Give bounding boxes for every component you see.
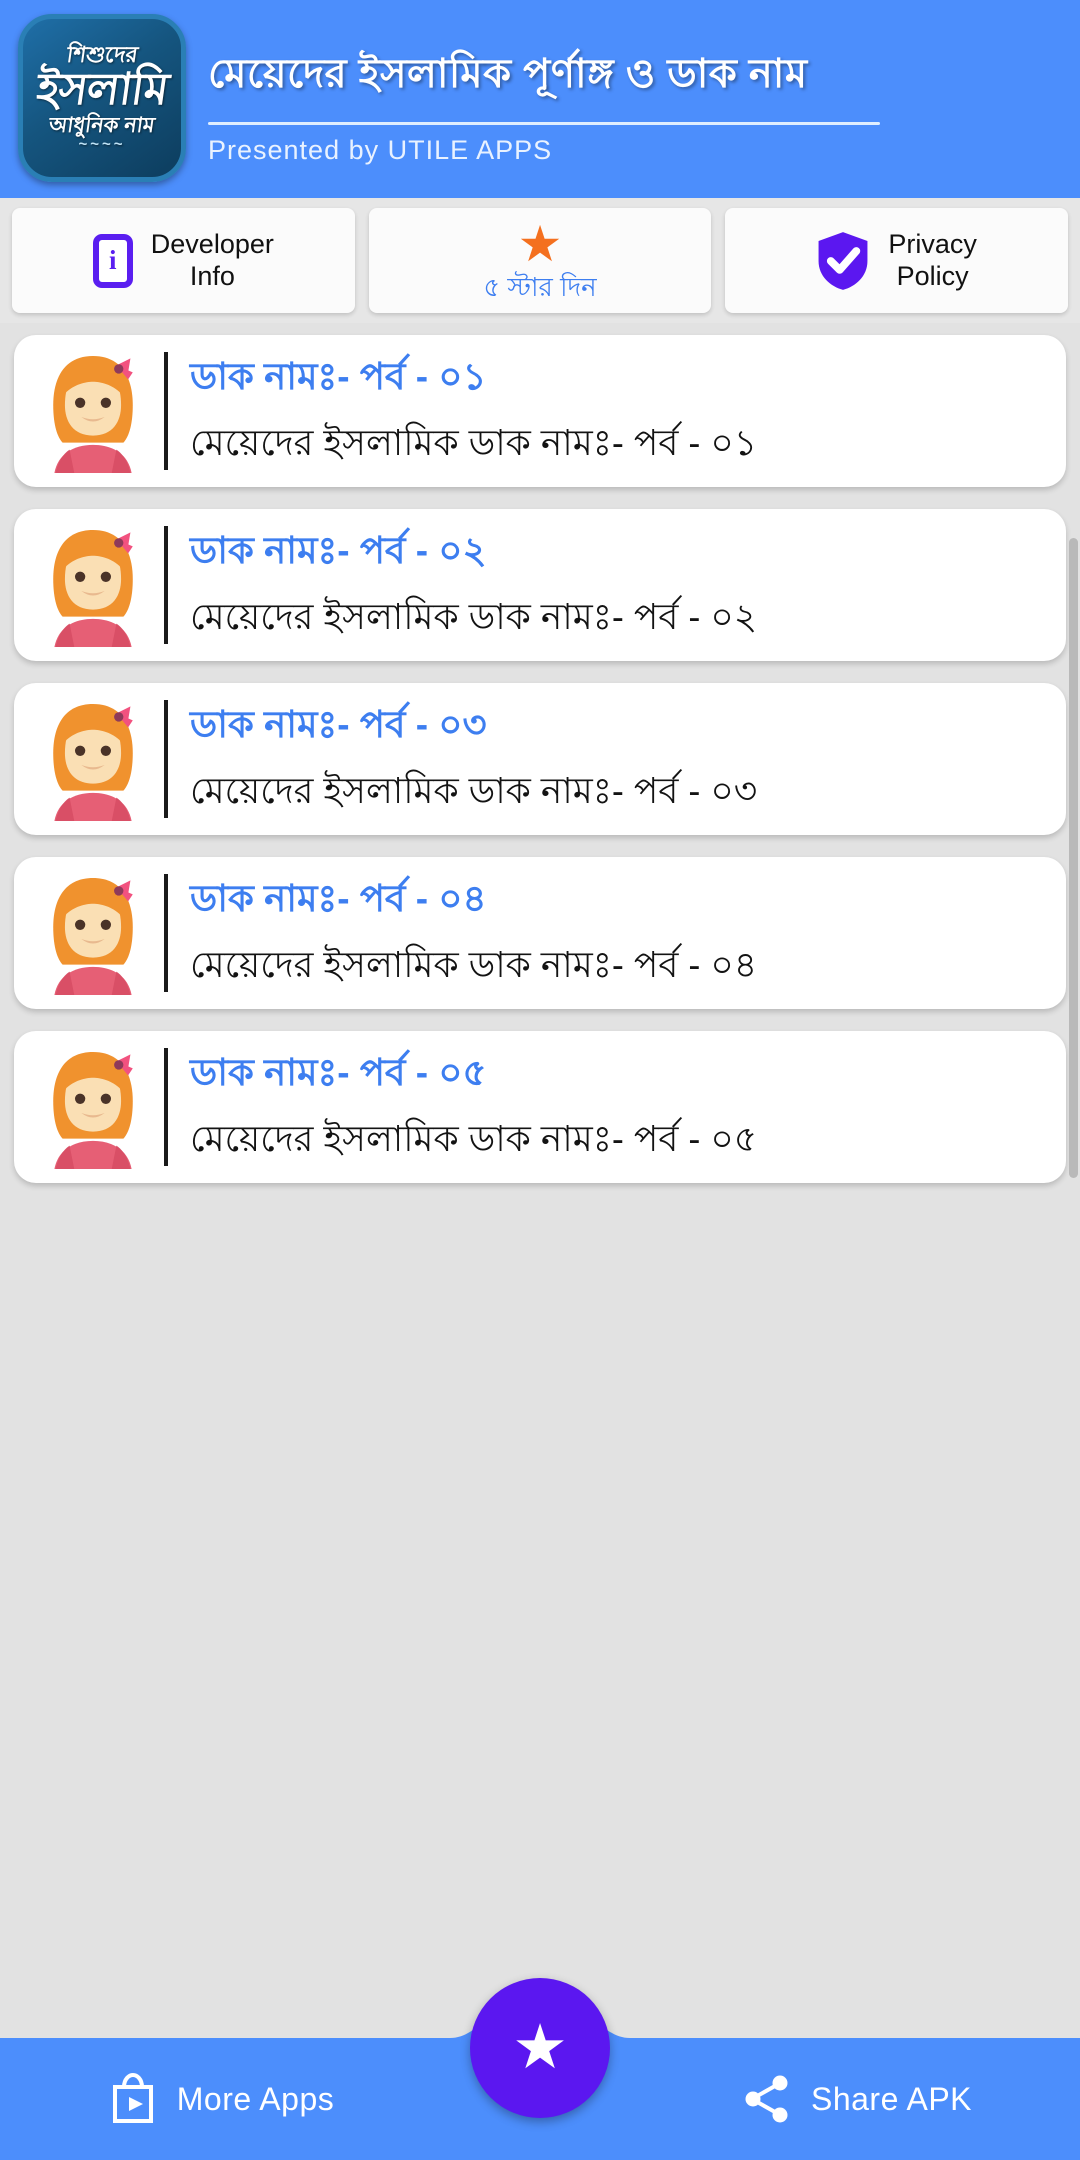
- girl-avatar-icon: [53, 878, 133, 995]
- list-item-title: ডাক নামঃ- পর্ব - ০৩: [190, 703, 487, 745]
- logo-line-1: শিশুদের: [64, 42, 140, 67]
- item-divider: [164, 526, 168, 644]
- logo-line-3: আধুনিক নাম: [47, 114, 157, 137]
- share-icon: [745, 2075, 788, 2123]
- list-item-texts: ডাক নামঃ- পর্ব - ০৫ মেয়েদের ইসলামিক ডাক…: [190, 1043, 757, 1172]
- privacy-policy-label-line2: Policy: [896, 260, 969, 291]
- list-item[interactable]: ডাক নামঃ- পর্ব - ০২ মেয়েদের ইসলামিক ডাক…: [14, 509, 1066, 661]
- episode-list: ডাক নামঃ- পর্ব - ০১ মেয়েদের ইসলামিক ডাক…: [0, 323, 1080, 2160]
- rate-five-star-label: ৫ স্টার দিন: [483, 271, 597, 302]
- header-text-block: মেয়েদের ইসলামিক পূর্ণাঙ্গ ও ডাক নাম Pre…: [208, 14, 880, 166]
- list-item-texts: ডাক নামঃ- পর্ব - ০১ মেয়েদের ইসলামিক ডাক…: [190, 347, 757, 476]
- rate-five-star-button[interactable]: ★ ৫ স্টার দিন: [368, 208, 712, 313]
- girl-avatar-icon: [53, 704, 133, 821]
- list-item-texts: ডাক নামঃ- পর্ব - ০৪ মেয়েদের ইসলামিক ডাক…: [190, 869, 757, 998]
- share-apk-label: Share APK: [810, 2080, 973, 2117]
- list-item[interactable]: ডাক নামঃ- পর্ব - ০৪ মেয়েদের ইসলামিক ডাক…: [14, 857, 1066, 1009]
- list-item-subtitle: মেয়েদের ইসলামিক ডাক নামঃ- পর্ব - ০২: [190, 595, 758, 637]
- list-item-title: ডাক নামঃ- পর্ব - ০৫: [190, 1051, 487, 1093]
- star-icon: ★: [517, 215, 563, 272]
- list-item[interactable]: ডাক নামঃ- পর্ব - ০৩ মেয়েদের ইসলামিক ডাক…: [14, 683, 1066, 835]
- list-item-title: ডাক নামঃ- পর্ব - ০২: [190, 529, 487, 571]
- privacy-policy-label: Privacy Policy: [888, 229, 977, 291]
- developer-info-button[interactable]: i Developer Info: [12, 208, 355, 313]
- developer-info-label-line2: Info: [189, 260, 235, 291]
- info-icon: i: [92, 233, 133, 288]
- girl-avatar-icon: [53, 356, 133, 473]
- header-divider: [208, 122, 880, 125]
- shield-check-icon: [818, 231, 868, 290]
- page-title: মেয়েদের ইসলামিক পূর্ণাঙ্গ ও ডাক নাম: [208, 52, 808, 96]
- list-item-title: ডাক নামঃ- পর্ব - ০১: [190, 355, 487, 397]
- developer-info-label: Developer Info: [151, 229, 274, 291]
- app-header: শিশুদের ইসলামি আধুনিক নাম ~~~~ মেয়েদের …: [0, 0, 1080, 198]
- star-icon: ★: [512, 2013, 568, 2082]
- logo-line-4: ~~~~: [78, 136, 126, 153]
- scrollbar-thumb[interactable]: [1069, 538, 1078, 1178]
- app-logo: শিশুদের ইসলামি আধুনিক নাম ~~~~: [18, 14, 186, 182]
- list-item-subtitle: মেয়েদের ইসলামিক ডাক নামঃ- পর্ব - ০৩: [190, 769, 758, 811]
- list-item-texts: ডাক নামঃ- পর্ব - ০৩ মেয়েদের ইসলামিক ডাক…: [190, 695, 757, 824]
- top-action-bar: i Developer Info ★ ৫ স্টার দিন Privacy P…: [0, 198, 1080, 323]
- privacy-policy-label-line1: Privacy: [888, 229, 977, 260]
- list-item-subtitle: মেয়েদের ইসলামিক ডাক নামঃ- পর্ব - ০১: [190, 421, 758, 463]
- list-item-subtitle: মেয়েদের ইসলামিক ডাক নামঃ- পর্ব - ০৫: [190, 1117, 758, 1159]
- bottom-navigation: ★ More Apps Share APK: [0, 1978, 1080, 2160]
- more-apps-button[interactable]: More Apps: [0, 2073, 445, 2125]
- share-apk-button[interactable]: Share APK: [635, 2074, 1080, 2124]
- play-store-bag-icon: [112, 2073, 153, 2123]
- logo-line-2: ইসলামি: [33, 65, 171, 114]
- list-item-subtitle: মেয়েদের ইসলামিক ডাক নামঃ- পর্ব - ০৪: [190, 943, 758, 985]
- more-apps-label: More Apps: [176, 2080, 335, 2117]
- app-root: শিশুদের ইসলামি আধুনিক নাম ~~~~ মেয়েদের …: [0, 0, 1080, 2160]
- developer-info-label-line1: Developer: [150, 229, 274, 260]
- item-divider: [164, 700, 168, 818]
- list-item-title: ডাক নামঃ- পর্ব - ০৪: [190, 877, 487, 919]
- header-subtitle: Presented by UTILE APPS: [208, 135, 553, 165]
- item-divider: [164, 874, 168, 992]
- list-item[interactable]: ডাক নামঃ- পর্ব - ০৫ মেয়েদের ইসলামিক ডাক…: [14, 1031, 1066, 1183]
- item-divider: [164, 1048, 168, 1166]
- rate-app-fab[interactable]: ★: [470, 1978, 610, 2118]
- item-divider: [164, 352, 168, 470]
- list-item-texts: ডাক নামঃ- পর্ব - ০২ মেয়েদের ইসলামিক ডাক…: [190, 521, 757, 650]
- girl-avatar-icon: [53, 1052, 133, 1169]
- girl-avatar-icon: [53, 530, 133, 647]
- privacy-policy-button[interactable]: Privacy Policy: [725, 208, 1069, 313]
- list-item[interactable]: ডাক নামঃ- পর্ব - ০১ মেয়েদের ইসলামিক ডাক…: [14, 335, 1066, 487]
